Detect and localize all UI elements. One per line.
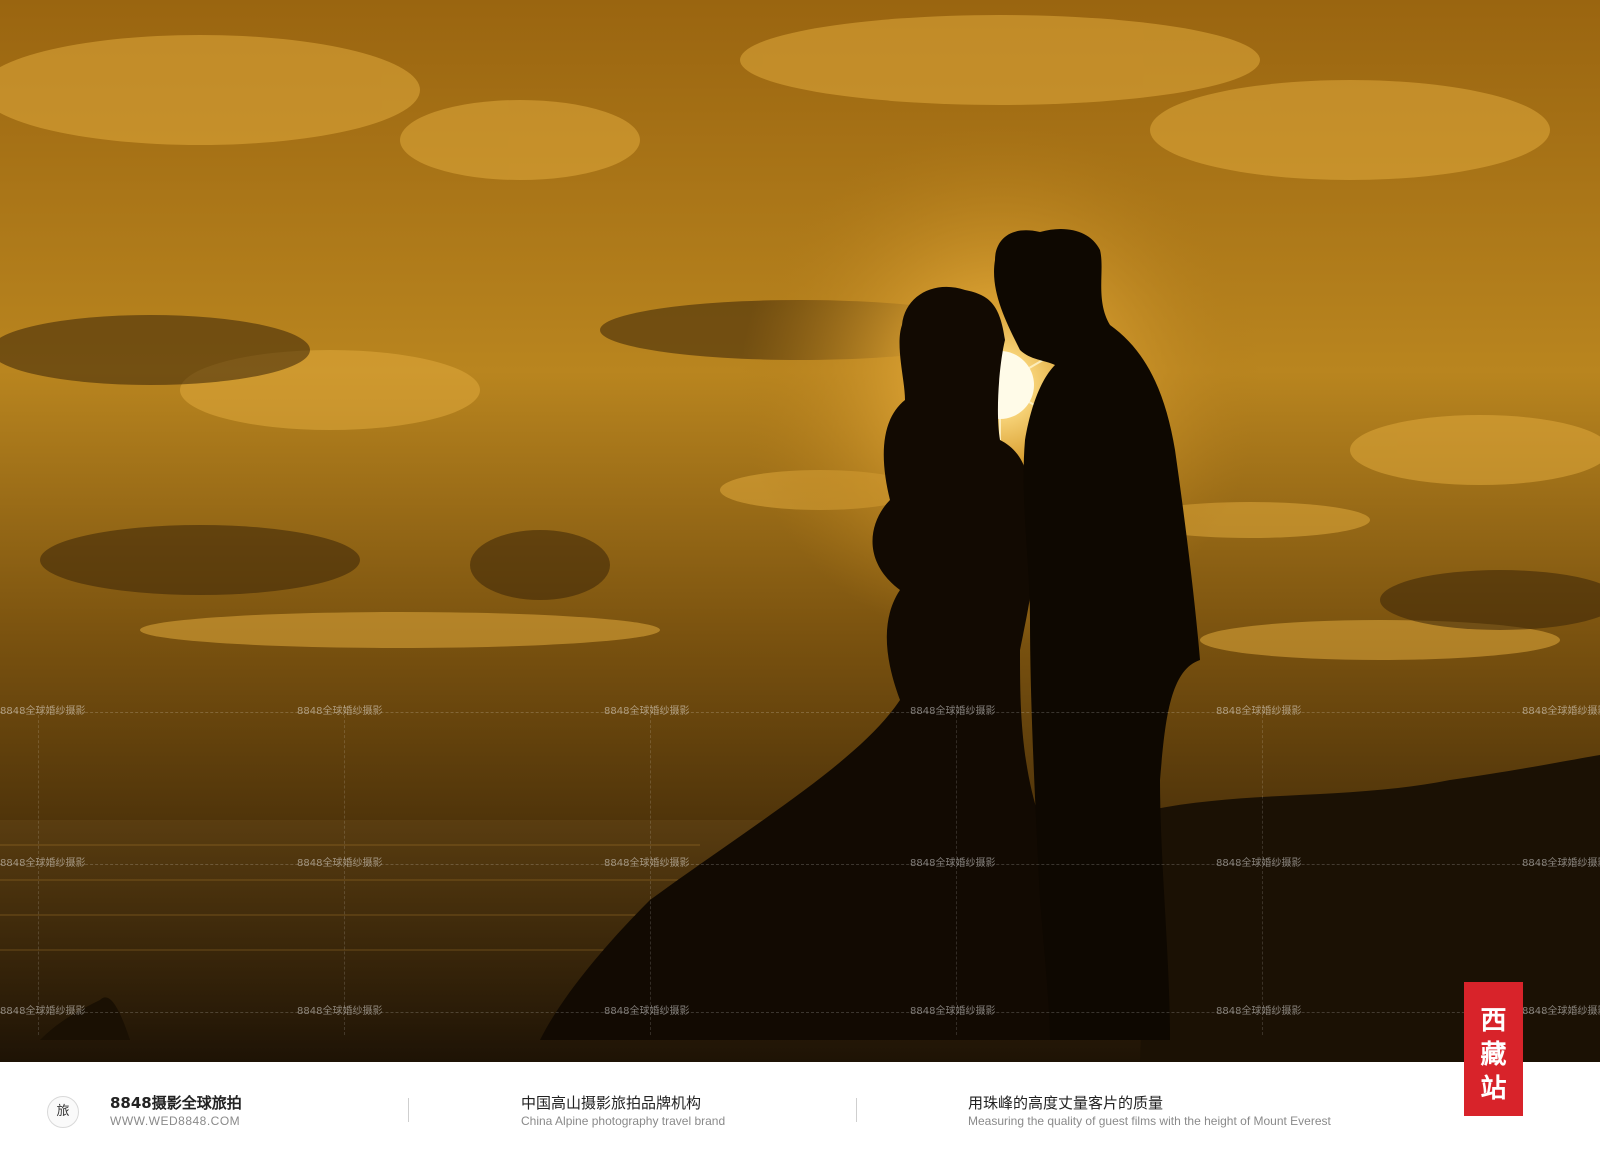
station-badge: 西 藏 站 — [1464, 982, 1523, 1116]
footer-divider — [856, 1098, 857, 1122]
brand-url: WWW.WED8848.COM — [110, 1114, 241, 1128]
motto-en: Measuring the quality of guest films wit… — [968, 1114, 1331, 1128]
watermark-text: 8848全球婚纱摄影 — [297, 706, 383, 717]
watermark-text: 8848全球婚纱摄影 — [1522, 1006, 1600, 1017]
watermark-text: 8848全球婚纱摄影 — [604, 858, 690, 869]
watermark-dashed-vline — [956, 705, 957, 1035]
watermark-dashed-vline — [650, 705, 651, 1035]
slogan-cn: 中国高山摄影旅拍品牌机构 — [521, 1094, 702, 1112]
watermark-text: 8848全球婚纱摄影 — [1522, 858, 1600, 869]
watermark-text: 8848全球婚纱摄影 — [910, 858, 996, 869]
watermark-text: 8848全球婚纱摄影 — [0, 1006, 86, 1017]
station-badge-char: 西 — [1480, 1006, 1507, 1036]
watermark-row: 8848全球婚纱摄影 8848全球婚纱摄影 8848全球婚纱摄影 8848全球婚… — [0, 705, 1600, 719]
brand-logo-icon: 旅 — [47, 1096, 79, 1128]
watermark-dashed-line — [0, 1012, 1600, 1013]
station-badge-char: 藏 — [1480, 1040, 1507, 1070]
motto-cn: 用珠峰的高度丈量客片的质量 — [968, 1094, 1164, 1112]
brand-name: 8848摄影全球旅拍 — [110, 1094, 242, 1112]
watermark-dashed-vline — [1262, 705, 1263, 1035]
watermark-dashed-line — [0, 864, 1600, 865]
sunset-scene — [0, 0, 1600, 1062]
watermark-text: 8848全球婚纱摄影 — [910, 1006, 996, 1017]
watermark-text: 8848全球婚纱摄影 — [1216, 858, 1302, 869]
wedding-photo: 8848全球婚纱摄影 8848全球婚纱摄影 8848全球婚纱摄影 8848全球婚… — [0, 0, 1600, 1062]
watermark-text: 8848全球婚纱摄影 — [0, 858, 86, 869]
watermark-text: 8848全球婚纱摄影 — [604, 706, 690, 717]
watermark-dashed-vline — [344, 705, 345, 1035]
watermark-text: 8848全球婚纱摄影 — [297, 1006, 383, 1017]
station-badge-char: 站 — [1480, 1074, 1507, 1104]
watermark-text: 8848全球婚纱摄影 — [910, 706, 996, 717]
watermark-text: 8848全球婚纱摄影 — [1216, 706, 1302, 717]
watermark-dashed-vline — [38, 705, 39, 1035]
watermark-row: 8848全球婚纱摄影 8848全球婚纱摄影 8848全球婚纱摄影 8848全球婚… — [0, 857, 1600, 871]
watermark-text: 8848全球婚纱摄影 — [1216, 1006, 1302, 1017]
watermark-text: 8848全球婚纱摄影 — [1522, 706, 1600, 717]
slogan-en: China Alpine photography travel brand — [521, 1114, 726, 1128]
watermark-text: 8848全球婚纱摄影 — [0, 706, 86, 717]
watermark-dashed-line — [0, 712, 1600, 713]
watermark-text: 8848全球婚纱摄影 — [297, 858, 383, 869]
watermark-row: 8848全球婚纱摄影 8848全球婚纱摄影 8848全球婚纱摄影 8848全球婚… — [0, 1005, 1600, 1019]
watermark-text: 8848全球婚纱摄影 — [604, 1006, 690, 1017]
footer-divider — [408, 1098, 409, 1122]
